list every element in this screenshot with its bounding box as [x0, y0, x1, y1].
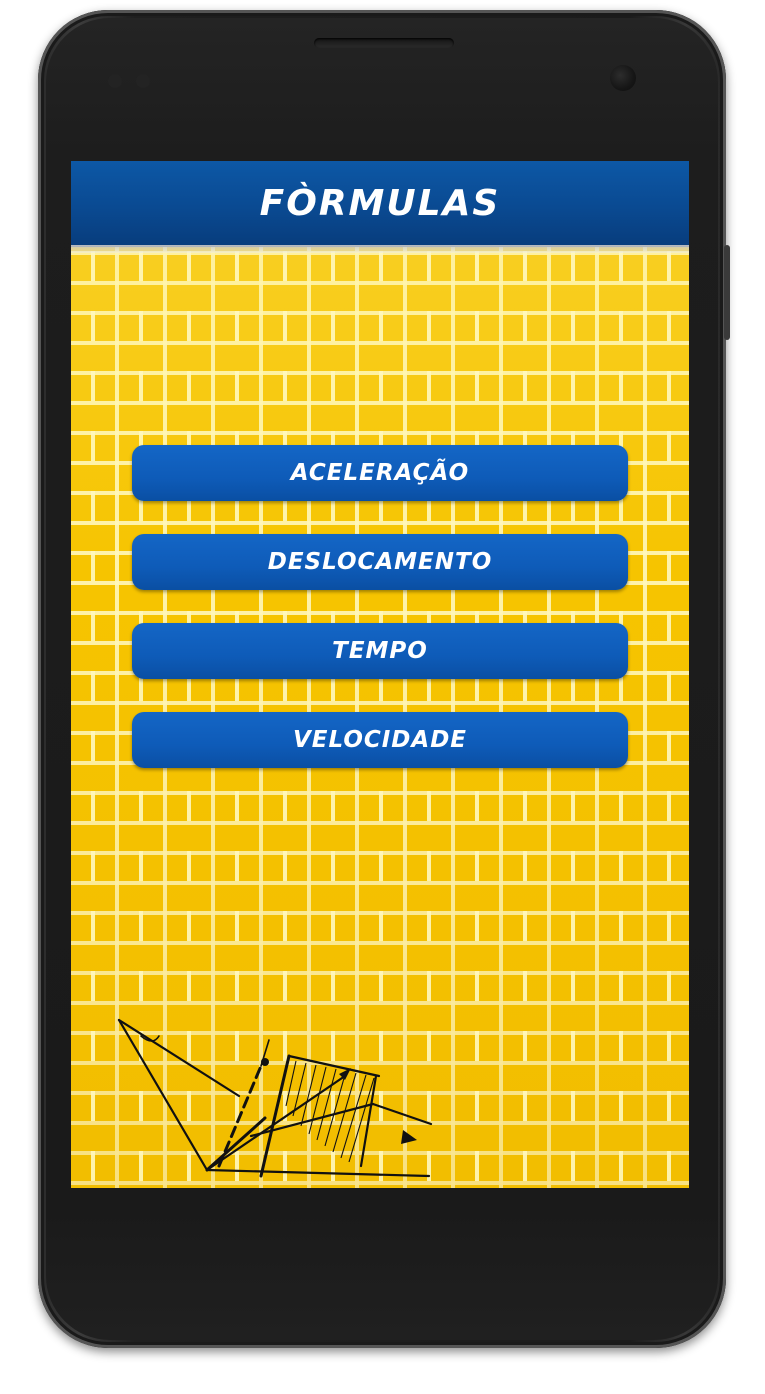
light-sensor	[136, 74, 150, 88]
velocidade-button[interactable]: VELOCIDADE	[132, 712, 628, 768]
proximity-sensor	[108, 74, 122, 88]
power-button	[724, 245, 730, 340]
earpiece-speaker	[314, 38, 454, 48]
aceleracao-button[interactable]: ACELERAÇÃO	[132, 445, 628, 501]
action-bar: FÒRMULAS	[71, 161, 689, 245]
action-bar-divider	[71, 245, 689, 253]
tempo-button[interactable]: TEMPO	[132, 623, 628, 679]
front-camera-icon	[610, 65, 636, 91]
physics-vector-diagram-icon	[117, 1018, 433, 1178]
app-screen: FÒRMULAS ACELERAÇÃO DESLOCAMENTO TEMPO V…	[71, 161, 689, 1188]
formula-menu: ACELERAÇÃO DESLOCAMENTO TEMPO VELOCIDADE	[132, 445, 628, 801]
deslocamento-button[interactable]: DESLOCAMENTO	[132, 534, 628, 590]
page-title: FÒRMULAS	[259, 182, 501, 224]
